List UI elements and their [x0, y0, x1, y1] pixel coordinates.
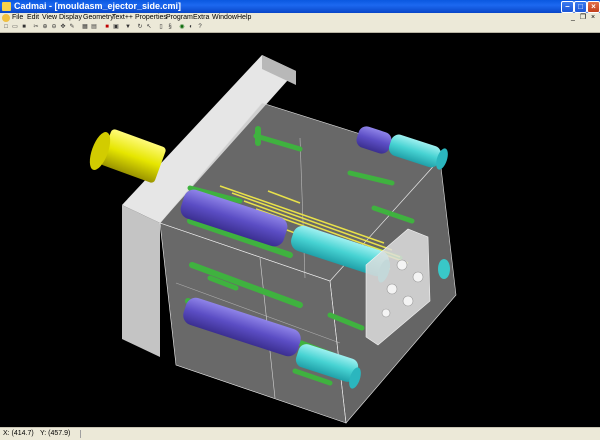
script-icon[interactable]: §: [167, 24, 173, 30]
clamp-plate-face: [122, 205, 160, 357]
pen-icon[interactable]: ✎: [69, 24, 75, 30]
help-icon[interactable]: ?: [197, 24, 203, 30]
sprue-nozzle: [89, 129, 166, 183]
frame-icon[interactable]: ▣: [113, 24, 119, 30]
window-title: Cadmai - [mouldasm_ejector_side.cmi]: [14, 1, 182, 11]
document-close-button[interactable]: ×: [589, 14, 597, 21]
menu-bar: File Edit View Display Geometry Text++ P…: [0, 13, 600, 23]
menu-extra[interactable]: Extra: [193, 13, 209, 23]
sheet-icon[interactable]: ▯: [158, 24, 164, 30]
menu-geometry[interactable]: Geometry: [83, 13, 114, 23]
mould-assembly-3d-view[interactable]: [0, 33, 600, 427]
cursor-x-readout: X: (414.7): [3, 430, 34, 437]
document-restore-button[interactable]: ❐: [579, 14, 587, 21]
status-bar: X: (414.7) Y: (457.9): [0, 427, 600, 440]
title-bar: Cadmai - [mouldasm_ejector_side.cmi] – □…: [0, 0, 600, 13]
stop-icon[interactable]: ■: [104, 24, 110, 30]
menu-edit[interactable]: Edit: [27, 13, 39, 23]
zoom-out-icon[interactable]: ⊖: [51, 24, 57, 30]
menu-window[interactable]: Window: [212, 13, 237, 23]
pan-icon[interactable]: ✥: [60, 24, 66, 30]
cursor-y-readout: Y: (457.9): [40, 430, 71, 437]
shade-icon[interactable]: ◐: [188, 24, 194, 30]
layers-icon[interactable]: ▤: [91, 24, 97, 30]
render-icon[interactable]: ◉: [179, 24, 185, 30]
grid-icon[interactable]: ▦: [82, 24, 88, 30]
new-file-icon[interactable]: □: [3, 24, 9, 30]
cut-icon[interactable]: ✂: [33, 24, 39, 30]
menu-properties[interactable]: Properties: [135, 13, 167, 23]
menu-view[interactable]: View: [42, 13, 57, 23]
zoom-in-icon[interactable]: ⊕: [42, 24, 48, 30]
app-icon: [2, 2, 11, 11]
open-folder-icon[interactable]: ▭: [12, 24, 18, 30]
minimize-button[interactable]: –: [561, 1, 574, 13]
status-divider: [80, 430, 81, 438]
menu-display[interactable]: Display: [59, 13, 82, 23]
document-icon[interactable]: [2, 14, 10, 22]
viewport-canvas[interactable]: [0, 33, 600, 427]
toolbar: □ ▭ ■ ✂ ⊕ ⊖ ✥ ✎ ▦ ▤ ■ ▣ ▼ ↻ ↖ ▯ § ◉ ◐ ?: [0, 23, 600, 33]
maximize-button[interactable]: □: [574, 1, 587, 13]
menu-help[interactable]: Help: [237, 13, 251, 23]
save-icon[interactable]: ■: [21, 24, 27, 30]
close-button[interactable]: ×: [587, 1, 600, 13]
menu-file[interactable]: File: [12, 13, 23, 23]
cursor-icon[interactable]: ↖: [146, 24, 152, 30]
menu-text[interactable]: Text++: [112, 13, 133, 23]
cyan-bushing-right: [438, 259, 450, 279]
rotate-icon[interactable]: ↻: [137, 24, 143, 30]
document-minimize-button[interactable]: _: [569, 14, 577, 21]
filter-icon[interactable]: ▼: [125, 24, 131, 30]
menu-program[interactable]: Program: [166, 13, 193, 23]
